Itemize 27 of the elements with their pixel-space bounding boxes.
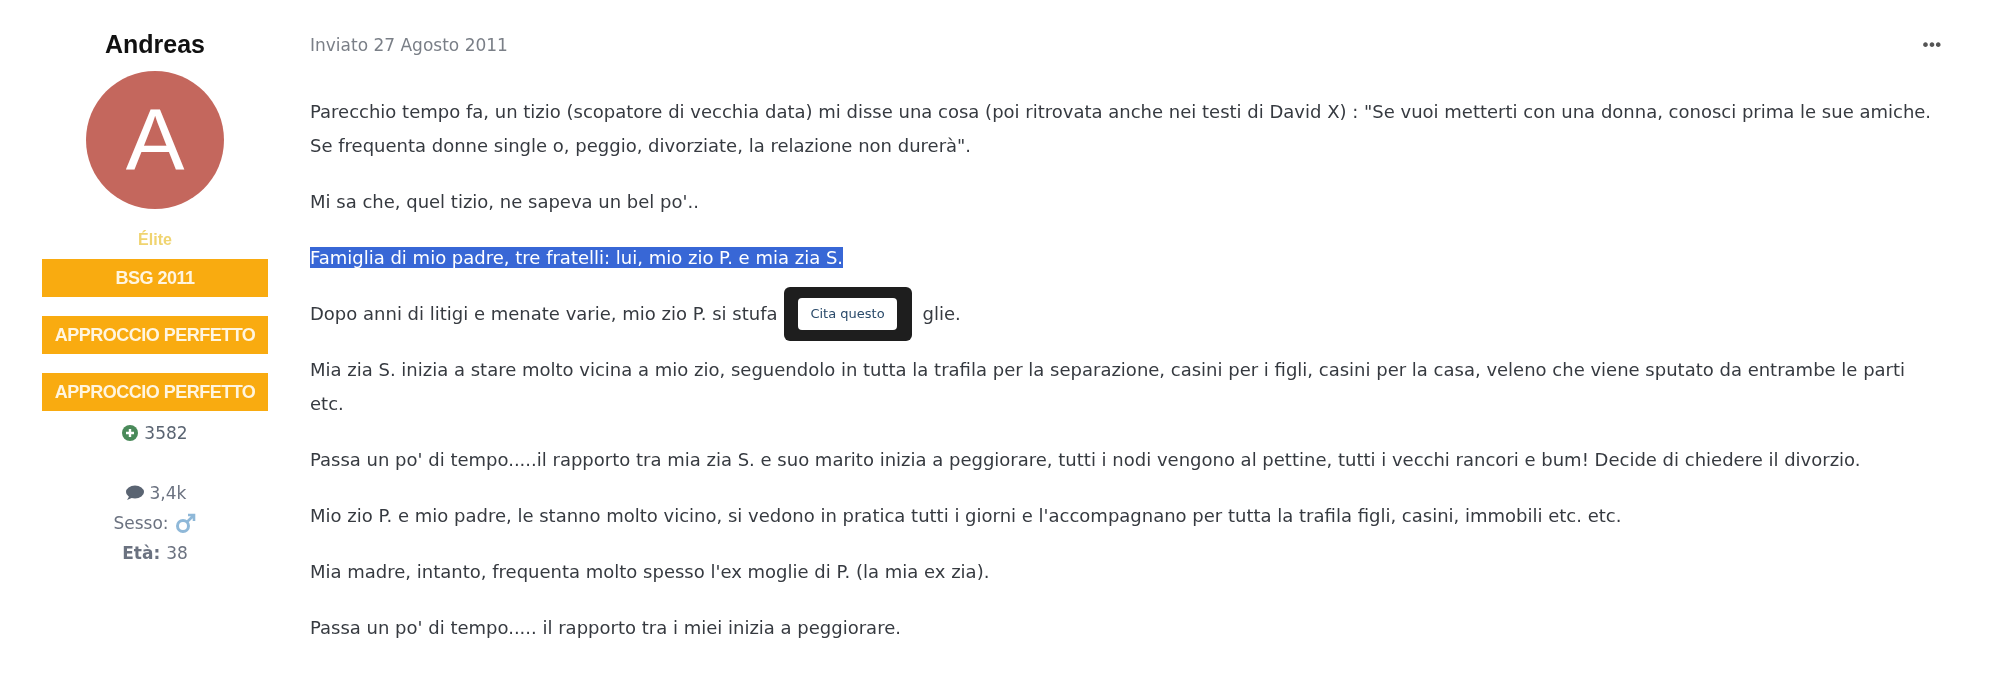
paragraph: Passa un po' di tempo..... il rapporto tra i miei inizia a peggiorare. <box>310 617 901 638</box>
paragraph-fragment: glie. <box>922 303 961 324</box>
rank-label: Élite <box>138 231 172 249</box>
paragraph: Mia zia S. inizia a stare molto vicina a mio zio, seguendolo in tutta la trafila per la separazione, casini per i figli, casini per la casa, veleno che viene sputato da entrambe le parti etc. <box>310 359 1906 414</box>
paragraph: Mia madre, intanto, frequenta molto spesso l'ex moglie di P. (la mia ex zia). <box>310 561 990 582</box>
award-badge: BSG 2011 <box>42 259 268 297</box>
quote-button[interactable]: Cita questo <box>798 298 897 330</box>
paragraph: Famiglia di mio padre, tre fratelli: lui, mio zio P. e mia zia S. <box>310 247 844 268</box>
award-badge: APPROCCIO PERFETTO <box>42 373 268 411</box>
paragraph: Mio zio P. e mio padre, le stanno molto vicino, si vedono in pratica tutti i giorni e l'accompagnano per tutta la trafila figli, casini, immobili etc. etc. <box>310 505 1622 526</box>
award-badge: APPROCCIO PERFETTO <box>42 316 268 354</box>
age-label: Età: <box>122 543 161 563</box>
username-link[interactable]: Andreas <box>104 30 205 59</box>
paragraph: Dopo anni di litigi e menate varie, mio zio P. si stufa <box>310 303 778 324</box>
male-symbol-icon <box>174 512 197 534</box>
avatar[interactable]: A <box>86 71 224 209</box>
plus-circle-icon <box>122 425 139 441</box>
paragraph: Parecchio tempo fa, un tizio (scopatore di vecchia data) mi disse una cosa (poi ritrovata anche nei testi di David X) : "Se vuoi metterti con una donna, conosci prima le sue amiche. Se frequenta donne single o, peggio, divorziate, la relazione non durerà". <box>310 101 1932 156</box>
post-date: Inviato 27 Agosto 2011 <box>310 35 508 55</box>
age-value: 38 <box>166 543 188 563</box>
post-count: 3,4k <box>149 483 187 503</box>
gender-label: Sesso: <box>113 513 169 533</box>
paragraph: Passa un po' di tempo.....il rapporto tra mia zia S. e suo marito inizia a peggiorare, tutti i nodi vengono al pettine, tutti i vecchi rancori e bum! Decide di chiedere il divorzio. <box>310 449 1861 470</box>
more-options-button[interactable]: ••• <box>1920 35 1940 55</box>
speech-bubble-icon <box>123 485 144 501</box>
paragraph: Mi sa che, quel tizio, ne sapeva un bel po'.. <box>310 191 699 212</box>
reputation-count: 3582 <box>144 423 188 443</box>
